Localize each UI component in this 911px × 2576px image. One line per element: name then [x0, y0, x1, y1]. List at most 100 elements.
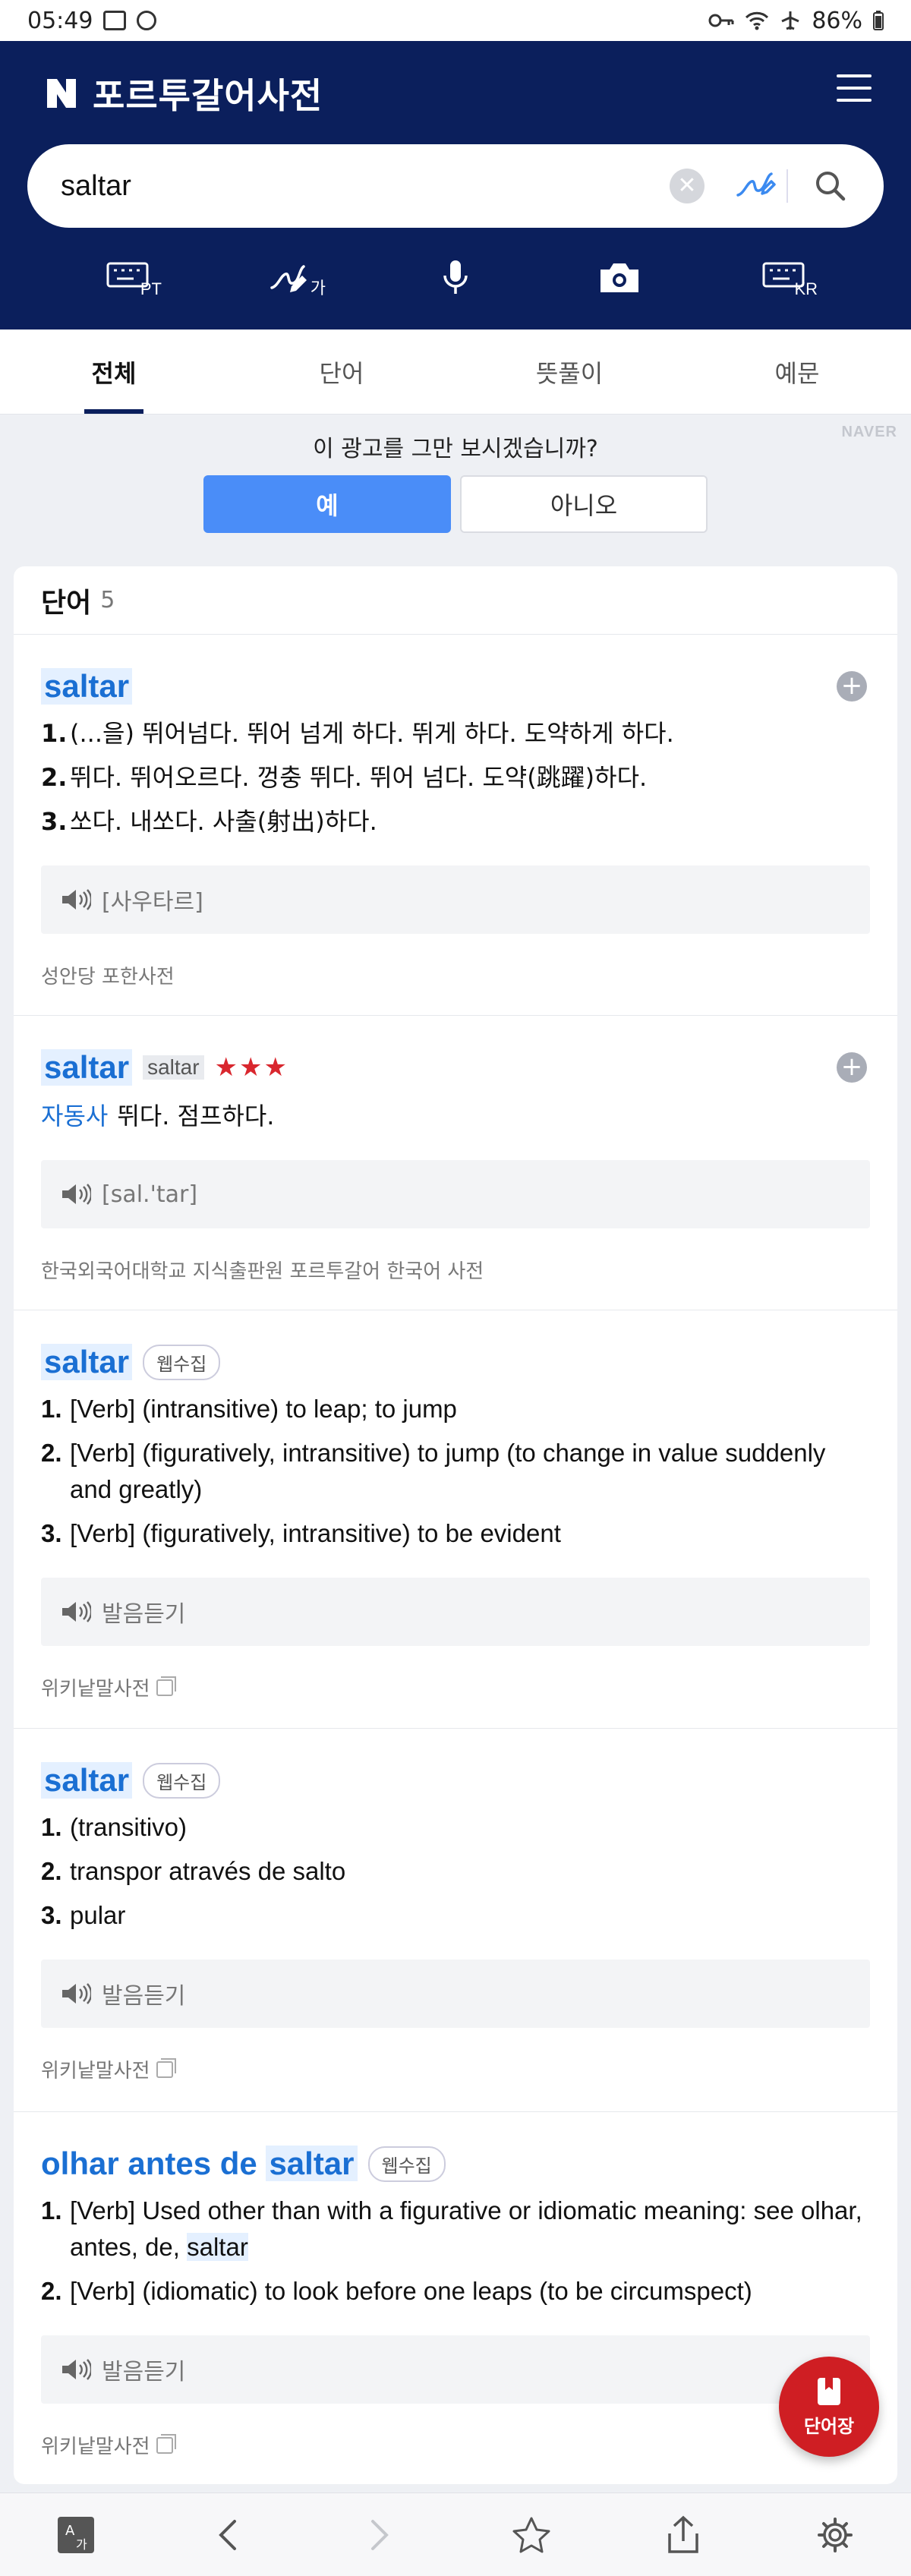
definition: 1. [Verb] (intransitive) to leap; to jump	[41, 1395, 457, 1423]
headword-variant: saltar	[143, 1055, 204, 1080]
back-icon[interactable]	[197, 2505, 258, 2565]
headword-link[interactable]: saltar	[41, 668, 133, 705]
headword-link[interactable]: saltar	[41, 1049, 133, 1086]
share-icon[interactable]	[653, 2505, 714, 2565]
keyboard-kr-icon[interactable]: KR	[749, 251, 818, 304]
add-to-wordbook-icon[interactable]: +	[837, 1052, 867, 1083]
web-collected-badge: 웹수집	[143, 1762, 221, 1799]
tab-all[interactable]: 전체	[0, 329, 228, 414]
settings-icon[interactable]	[805, 2505, 865, 2565]
headword-link[interactable]: saltar	[41, 1762, 133, 1799]
headword-link[interactable]: olhar antes de saltar	[41, 2146, 358, 2182]
pronunciation-button[interactable]: 발음듣기	[41, 1578, 870, 1646]
ad-brand: NAVER	[841, 424, 897, 440]
definition: 1. [Verb] Used other than with a figurati…	[41, 2196, 862, 2261]
status-bar: 05:49 86%	[0, 0, 911, 41]
result-tabs: 전체 단어 뜻풀이 예문	[0, 329, 911, 415]
pronunciation-button[interactable]: 발음듣기	[41, 1960, 870, 2028]
pronunciation-button[interactable]: 발음듣기	[41, 2335, 870, 2404]
wordbook-button[interactable]: 단어장	[779, 2357, 879, 2457]
input-tools: PT 가 KR	[0, 235, 911, 319]
word-entry: olhar antes de saltar 웹수집 1. [Verb] Used …	[14, 2112, 897, 2484]
pronunciation-text: [사우타르]	[102, 889, 203, 916]
dictionary-source[interactable]: 위키낱말사전	[41, 2431, 870, 2459]
ad-question: 이 광고를 그만 보시겠습니까?	[313, 436, 598, 462]
clear-icon[interactable]: ✕	[670, 169, 705, 203]
microphone-icon[interactable]	[421, 251, 490, 304]
camera-icon[interactable]	[585, 251, 654, 304]
naver-logo	[46, 77, 77, 109]
wordbook-label: 단어장	[803, 2415, 855, 2437]
pronunciation-text: [sal.'tar]	[102, 1181, 198, 1208]
gallery-icon	[103, 11, 127, 30]
bookmark-icon	[818, 2377, 840, 2405]
copy-icon	[156, 2433, 176, 2454]
tab-meanings[interactable]: 뜻풀이	[456, 329, 683, 414]
svg-text:A: A	[65, 2523, 75, 2539]
speaker-icon	[62, 1983, 91, 2004]
keyboard-pt-icon[interactable]: PT	[93, 251, 162, 304]
pronunciation-button[interactable]: [사우타르]	[41, 865, 870, 934]
app-header: 포르투갈어사전 ✕ PT 가 KR	[0, 41, 911, 329]
keyboard-kr-label: KR	[794, 279, 818, 298]
bottom-navigation: A가	[0, 2492, 911, 2576]
battery-level: 86%	[812, 7, 862, 34]
wifi-icon	[746, 11, 769, 30]
add-to-wordbook-icon[interactable]: +	[837, 671, 867, 702]
airplane-icon	[781, 11, 799, 30]
web-collected-badge: 웹수집	[143, 1344, 221, 1380]
definition: 1. (...을) 뛰어넘다. 뛰어 넘게 하다. 뛰게 하다. 도약하게 하다.	[41, 719, 674, 748]
word-entry: saltar saltar ★★★ + 자동사 뛰다. 점프하다. [sal.'t…	[14, 1016, 897, 1310]
section-count: 5	[100, 587, 115, 613]
speaker-icon	[62, 1601, 91, 1622]
definition: 1. (transitivo)	[41, 1813, 188, 1841]
tab-words[interactable]: 단어	[228, 329, 456, 414]
headword-link[interactable]: saltar	[41, 1344, 133, 1380]
definition: 2. [Verb] (figuratively, intransitive) to…	[41, 1439, 826, 1503]
status-time: 05:49	[27, 7, 93, 34]
web-collected-badge: 웹수집	[367, 2146, 446, 2182]
tab-examples[interactable]: 예문	[683, 329, 911, 414]
key-icon	[708, 14, 734, 27]
handwriting-icon[interactable]	[732, 163, 777, 209]
copy-icon	[156, 2057, 176, 2078]
copy-icon	[156, 1676, 176, 1696]
search-icon[interactable]	[808, 163, 853, 209]
search-bar: ✕	[27, 144, 884, 228]
ad-yes-button[interactable]: 예	[203, 475, 451, 533]
section-header: 단어 5	[14, 566, 897, 635]
forward-icon[interactable]	[349, 2505, 410, 2565]
definition: 3. 쏘다. 내쏘다. 사출(射出)하다.	[41, 807, 377, 836]
definition: 3. [Verb] (figuratively, intransitive) to…	[41, 1519, 561, 1547]
speaker-icon	[62, 889, 91, 910]
definition: 자동사 뛰다. 점프하다.	[41, 1102, 275, 1130]
speaker-icon	[62, 2359, 91, 2380]
word-results-card: 단어 5 saltar + 1. (...을) 뛰어넘다. 뛰어 넘게 하다. 뛰…	[14, 566, 897, 2484]
handwriting-ka-icon[interactable]: 가	[257, 251, 326, 304]
dictionary-source[interactable]: 위키낱말사전	[41, 2055, 870, 2083]
search-input[interactable]	[61, 169, 670, 203]
importance-stars: ★★★	[214, 1052, 288, 1083]
dictionary-source[interactable]: 한국외국어대학교 지식출판원 포르투갈어 한국어 사전	[41, 1256, 870, 1284]
section-title: 단어	[41, 587, 92, 619]
dictionary-source[interactable]: 위키낱말사전	[41, 1673, 870, 1701]
word-entry: saltar 웹수집 1. (transitivo) 2. transpor atr…	[14, 1729, 897, 2112]
pronunciation-label: 발음듣기	[102, 1983, 186, 2010]
definition: 2. transpor através de salto	[41, 1857, 346, 1885]
notification-icon	[137, 11, 157, 30]
part-of-speech: 자동사	[41, 1102, 109, 1130]
pronunciation-label: 발음듣기	[102, 2359, 186, 2385]
menu-icon[interactable]	[837, 74, 872, 102]
translate-icon[interactable]: A가	[46, 2505, 106, 2565]
dictionary-source[interactable]: 성안당 포한사전	[41, 961, 870, 989]
ad-optout: 이 광고를 그만 보시겠습니까? NAVER 예 아니오	[0, 415, 911, 551]
star-icon[interactable]	[501, 2505, 562, 2565]
ad-no-button[interactable]: 아니오	[460, 475, 708, 533]
pronunciation-button[interactable]: [sal.'tar]	[41, 1160, 870, 1228]
app-title: 포르투갈어사전	[93, 75, 323, 116]
word-entry: saltar + 1. (...을) 뛰어넘다. 뛰어 넘게 하다. 뛰게 하다.…	[14, 635, 897, 1016]
definition: 2. 뛰다. 뛰어오르다. 껑충 뛰다. 뛰어 넘다. 도약(跳躍)하다.	[41, 763, 648, 792]
definition: 2. [Verb] (idiomatic) to look before one …	[41, 2277, 752, 2305]
app-brand[interactable]: 포르투갈어사전	[46, 68, 323, 118]
speaker-icon	[62, 1184, 91, 1205]
